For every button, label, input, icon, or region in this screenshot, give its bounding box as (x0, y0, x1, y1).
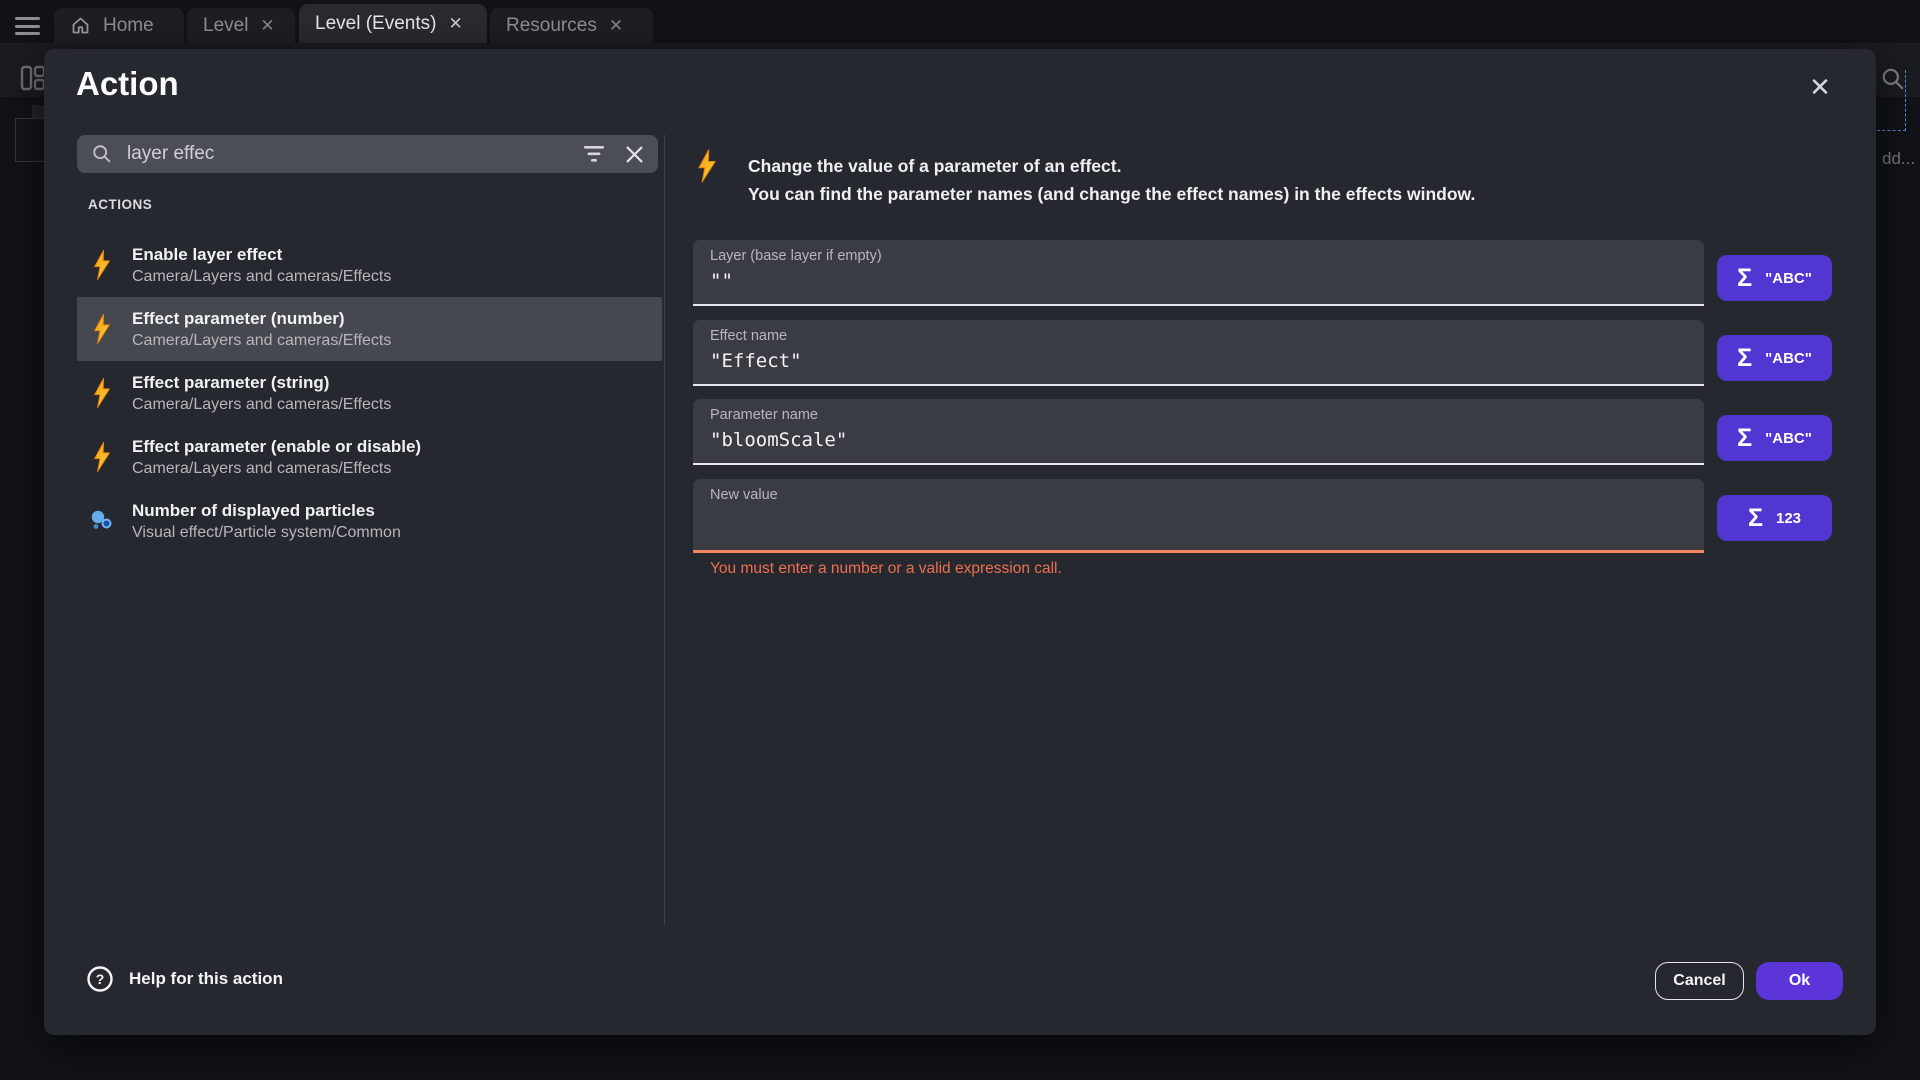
close-icon[interactable]: ✕ (260, 16, 274, 36)
lightning-icon (90, 376, 114, 410)
help-link[interactable]: ? Help for this action (86, 965, 283, 993)
expression-builder-button[interactable]: Σ "ABC" (1717, 335, 1832, 381)
action-description: Change the value of a parameter of an ef… (748, 152, 1728, 208)
action-title: Effect parameter (enable or disable) (132, 436, 421, 457)
tab-label: Level (Events) (315, 13, 436, 35)
panel-divider (664, 135, 665, 925)
list-item[interactable]: Effect parameter (string) Camera/Layers … (77, 361, 662, 425)
new-value-field[interactable]: New value (693, 479, 1704, 553)
lightning-icon (90, 312, 114, 346)
cancel-button[interactable]: Cancel (1655, 962, 1744, 1000)
menu-icon[interactable] (15, 17, 40, 37)
description-line: Change the value of a parameter of an ef… (748, 152, 1728, 180)
expression-type-label: "ABC" (1765, 270, 1812, 287)
action-path: Camera/Layers and cameras/Effects (132, 268, 391, 286)
field-label: Effect name (710, 328, 1687, 344)
field-label: New value (710, 487, 1687, 503)
help-label: Help for this action (129, 969, 283, 989)
description-line: You can find the parameter names (and ch… (748, 180, 1728, 208)
field-label: Layer (base layer if empty) (710, 248, 1687, 264)
tab-level[interactable]: Level ✕ (187, 8, 295, 43)
tab-label: Resources (506, 15, 597, 37)
tab-home[interactable]: Home (54, 8, 184, 43)
close-icon[interactable]: ✕ (609, 16, 623, 36)
panels-icon[interactable] (20, 64, 46, 92)
search-icon (91, 143, 113, 165)
action-search-field[interactable] (77, 135, 658, 173)
close-icon[interactable]: ✕ (1802, 69, 1838, 105)
expression-type-label: "ABC" (1765, 430, 1812, 447)
list-item-selected[interactable]: Effect parameter (number) Camera/Layers … (77, 297, 662, 361)
particles-icon (90, 509, 114, 533)
lightning-icon (90, 248, 114, 282)
validation-error-text: You must enter a number or a valid expre… (710, 560, 1062, 578)
sigma-icon: Σ (1748, 504, 1763, 533)
filter-icon[interactable] (583, 145, 605, 163)
list-item[interactable]: Enable layer effect Camera/Layers and ca… (77, 233, 662, 297)
ok-button[interactable]: Ok (1756, 962, 1843, 1000)
help-icon: ? (86, 965, 114, 993)
tab-label: Home (103, 15, 154, 37)
list-item[interactable]: Number of displayed particles Visual eff… (77, 489, 662, 553)
action-title: Effect parameter (number) (132, 308, 391, 329)
tab-label: Level (203, 15, 248, 37)
svg-text:?: ? (96, 971, 105, 987)
expression-builder-button[interactable]: Σ "ABC" (1717, 415, 1832, 461)
tab-resources[interactable]: Resources ✕ (490, 8, 653, 43)
tab-bar: Home Level ✕ Level (Events) ✕ Resources … (0, 0, 1920, 43)
sigma-icon: Σ (1737, 264, 1752, 293)
tab-level-events[interactable]: Level (Events) ✕ (299, 4, 487, 43)
field-value: "" (710, 270, 1687, 292)
action-path: Visual effect/Particle system/Common (132, 524, 401, 542)
dialog-title: Action (76, 65, 179, 103)
lightning-icon (696, 147, 718, 190)
field-label: Parameter name (710, 407, 1687, 423)
expression-builder-button[interactable]: Σ "ABC" (1717, 255, 1832, 301)
action-path: Camera/Layers and cameras/Effects (132, 460, 421, 478)
sigma-icon: Σ (1737, 344, 1752, 373)
field-value: "Effect" (710, 350, 1687, 372)
action-path: Camera/Layers and cameras/Effects (132, 396, 391, 414)
action-path: Camera/Layers and cameras/Effects (132, 332, 391, 350)
expression-builder-button[interactable]: Σ 123 (1717, 495, 1832, 541)
actions-section-label: ACTIONS (88, 197, 152, 212)
action-title: Number of displayed particles (132, 500, 401, 521)
action-title: Effect parameter (string) (132, 372, 391, 393)
sigma-icon: Σ (1737, 424, 1752, 453)
list-item[interactable]: Effect parameter (enable or disable) Cam… (77, 425, 662, 489)
effect-name-field[interactable]: Effect name "Effect" (693, 320, 1704, 386)
action-title: Enable layer effect (132, 244, 391, 265)
app-window: Home Level ✕ Level (Events) ✕ Resources … (0, 0, 1920, 1080)
home-icon (70, 15, 91, 36)
close-icon[interactable]: ✕ (448, 14, 462, 34)
action-dialog: Action ✕ ACTIONS (44, 49, 1876, 1035)
expression-type-label: 123 (1776, 510, 1801, 527)
truncated-add-label: dd... (1882, 149, 1915, 169)
layer-field[interactable]: Layer (base layer if empty) "" (693, 240, 1704, 306)
field-value: "bloomScale" (710, 429, 1687, 451)
expression-type-label: "ABC" (1765, 350, 1812, 367)
search-input[interactable] (127, 143, 569, 165)
parameter-name-field[interactable]: Parameter name "bloomScale" (693, 399, 1704, 465)
lightning-icon (90, 440, 114, 474)
clear-search-icon[interactable] (625, 145, 644, 164)
